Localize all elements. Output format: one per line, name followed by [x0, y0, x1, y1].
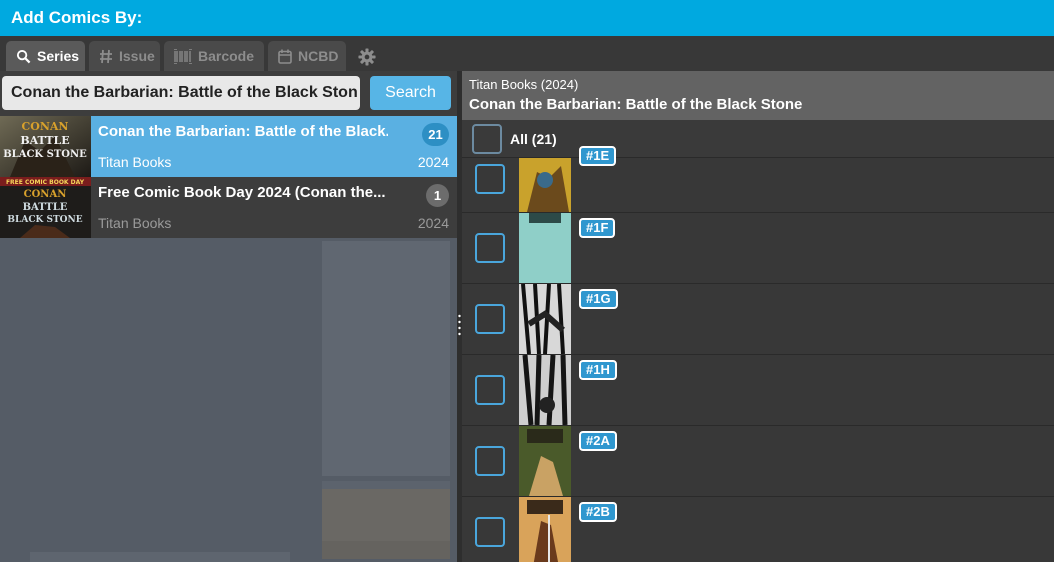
issue-row[interactable]: #1G: [462, 284, 1054, 355]
issue-number-badge: #1E: [579, 146, 617, 166]
issue-number-badge: #1G: [579, 289, 618, 309]
issue-checkbox[interactable]: [475, 375, 505, 405]
cover-title-text: CONAN: [22, 120, 69, 133]
issue-cover-thumbnail: [519, 355, 571, 425]
barcode-icon: [174, 48, 192, 64]
gear-icon[interactable]: [358, 48, 376, 66]
tab-label: Series: [37, 48, 80, 64]
issue-row[interactable]: #2A: [462, 426, 1054, 497]
series-title: Conan the Barbarian: Battle of the Black…: [469, 96, 803, 113]
search-button[interactable]: Search: [370, 76, 451, 110]
cover-title-text: BLACK STONE: [3, 149, 87, 160]
series-name: Conan the Barbarian: Battle of the Black…: [98, 123, 388, 140]
series-publisher-year: Titan Books (2024): [469, 77, 579, 92]
issue-cover-thumbnail: [519, 213, 571, 283]
issue-checkbox[interactable]: [475, 517, 505, 547]
issue-checkbox[interactable]: [475, 304, 505, 334]
background-cover-art: [322, 241, 450, 476]
series-result-item[interactable]: FREE COMIC BOOK DAY CONAN BATTLE BLACK S…: [0, 177, 457, 238]
page-title: Add Comics By:: [11, 8, 143, 27]
tab-label: Barcode: [198, 48, 255, 64]
series-result-item[interactable]: CONAN BATTLE BLACK STONE Conan the Barba…: [0, 116, 457, 177]
hash-icon: [100, 49, 112, 63]
cover-title-text: CONAN: [24, 189, 67, 200]
series-cover-thumbnail: FREE COMIC BOOK DAY CONAN BATTLE BLACK S…: [0, 177, 91, 238]
select-all-row: All (21): [462, 120, 1054, 158]
series-year: 2024: [417, 215, 449, 231]
cover-title-text: BLACK STONE: [7, 215, 82, 225]
issue-row[interactable]: #2B: [462, 497, 1054, 562]
issue-cover-thumbnail: [519, 284, 571, 354]
issue-cover-thumbnail: [519, 158, 571, 212]
issue-number-badge: #1F: [579, 218, 616, 238]
issues-panel: Titan Books (2024) Conan the Barbarian: …: [462, 71, 1054, 562]
issue-number-badge: #1H: [579, 360, 617, 380]
series-name: Free Comic Book Day 2024 (Conan the...: [98, 184, 386, 201]
tab-bar: Series Issue Barcode NCBD: [0, 36, 1054, 71]
background-cover-art: [30, 552, 290, 562]
series-year: 2024: [417, 154, 449, 170]
calendar-icon: [278, 49, 292, 64]
title-bar: Add Comics By:: [0, 0, 1054, 36]
select-all-checkbox[interactable]: [472, 124, 502, 154]
series-panel: Conan the Barbarian: Battle of the Black…: [0, 71, 457, 562]
resize-handle-icon[interactable]: [458, 313, 461, 337]
issue-number-badge: #2A: [579, 431, 617, 451]
tab-barcode[interactable]: Barcode: [164, 41, 264, 71]
issue-count-badge: 21: [422, 123, 449, 146]
series-publisher: Titan Books: [98, 154, 172, 170]
tab-label: NCBD: [298, 48, 339, 64]
cover-title-text: FREE COMIC BOOK DAY: [6, 179, 85, 186]
issue-cover-thumbnail: [519, 426, 571, 496]
tab-ncbd[interactable]: NCBD: [268, 41, 346, 71]
issue-checkbox[interactable]: [475, 164, 505, 194]
issue-number-badge: #2B: [579, 502, 617, 522]
issue-row[interactable]: #1F: [462, 213, 1054, 284]
search-input[interactable]: Conan the Barbarian: Battle of the Black…: [2, 76, 360, 110]
tab-series[interactable]: Series: [6, 41, 85, 71]
series-publisher: Titan Books: [98, 215, 172, 231]
issue-cover-thumbnail: [519, 497, 571, 562]
cover-title-text: BATTLE: [23, 202, 68, 213]
issue-row[interactable]: #1E: [462, 146, 1054, 213]
select-all-label: All (21): [510, 131, 557, 147]
tab-issue[interactable]: Issue: [89, 41, 160, 71]
series-cover-thumbnail: CONAN BATTLE BLACK STONE: [0, 116, 91, 177]
search-icon: [16, 49, 31, 63]
cover-title-text: BATTLE: [20, 134, 69, 147]
search-row: Conan the Barbarian: Battle of the Black…: [0, 71, 457, 116]
issue-checkbox[interactable]: [475, 233, 505, 263]
background-cover-art: [322, 489, 450, 559]
issue-row[interactable]: #1H: [462, 355, 1054, 426]
issue-checkbox[interactable]: [475, 446, 505, 476]
issue-count-badge: 1: [426, 184, 449, 207]
tab-label: Issue: [119, 48, 155, 64]
series-detail-header: Titan Books (2024) Conan the Barbarian: …: [462, 71, 1054, 120]
